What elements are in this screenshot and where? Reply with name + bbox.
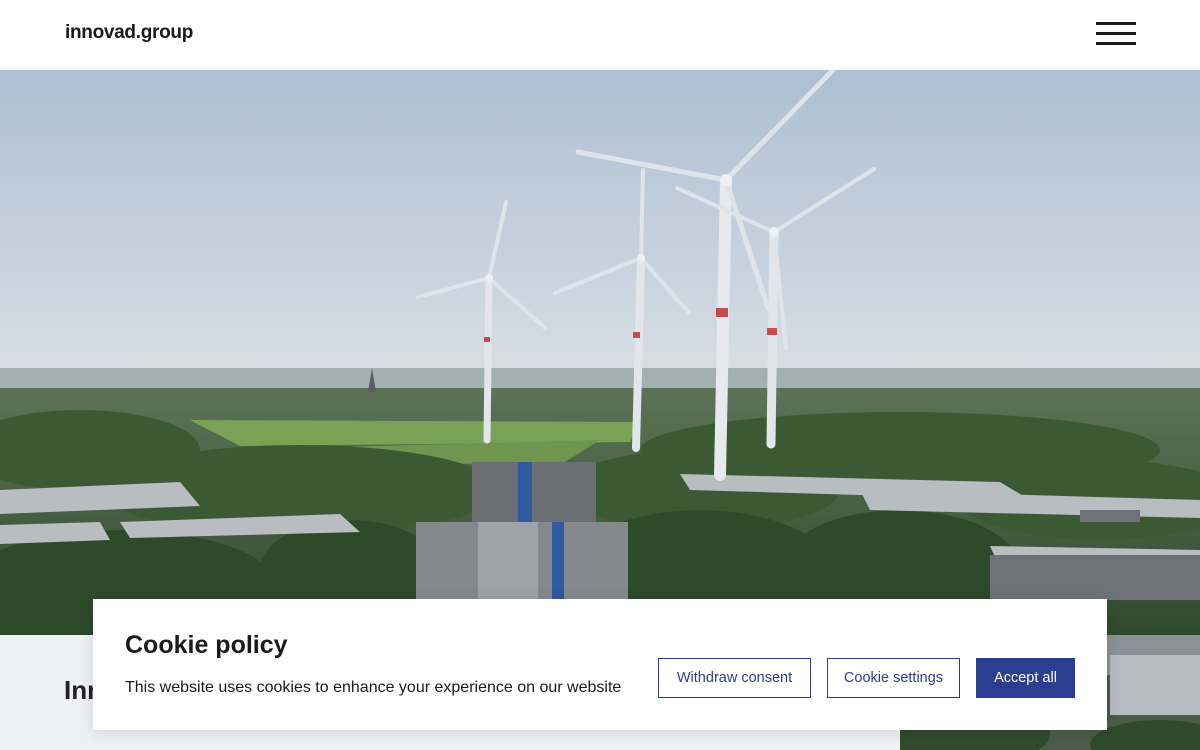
wind-turbine-landscape-image [0,70,1200,635]
menu-line [1096,22,1136,25]
hero-image [0,70,1200,635]
cookie-description: This website uses cookies to enhance you… [125,679,622,696]
menu-line [1096,42,1136,45]
accept-all-button[interactable]: Accept all [976,658,1075,698]
cookie-settings-button[interactable]: Cookie settings [827,658,960,698]
hamburger-menu-icon[interactable] [1096,22,1136,48]
withdraw-consent-button[interactable]: Withdraw consent [658,658,811,698]
cookie-banner: Cookie policy This website uses cookies … [93,599,1107,730]
menu-line [1096,32,1136,35]
site-logo[interactable]: innovad.group [65,22,193,44]
site-header: innovad.group [0,0,1200,70]
cookie-title: Cookie policy [125,631,288,659]
